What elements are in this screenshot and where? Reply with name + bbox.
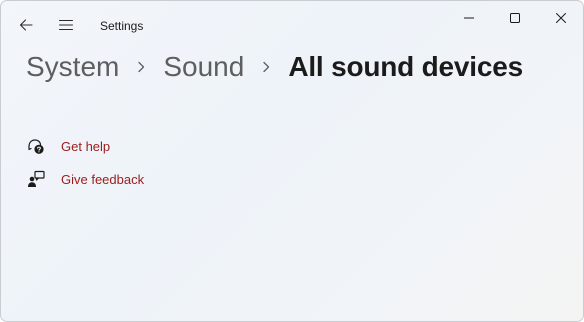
maximize-icon xyxy=(510,13,520,23)
settings-window: Settings System Sound All sound devices … xyxy=(0,0,584,322)
close-icon xyxy=(556,13,566,23)
get-help-label: Get help xyxy=(61,138,111,154)
minimize-icon xyxy=(464,17,474,19)
help-links: Get help Give feedback xyxy=(27,134,144,200)
back-button[interactable] xyxy=(10,9,42,41)
breadcrumb-item-system[interactable]: System xyxy=(26,49,119,85)
breadcrumb-item-sound[interactable]: Sound xyxy=(163,49,244,85)
hamburger-menu-icon xyxy=(58,19,74,31)
breadcrumb-item-current: All sound devices xyxy=(288,51,523,82)
help-chat-icon xyxy=(27,137,45,155)
navigation-menu-button[interactable] xyxy=(50,9,82,41)
chevron-right-icon xyxy=(119,49,163,85)
title-bar: Settings xyxy=(1,1,583,49)
feedback-person-icon xyxy=(27,170,45,188)
give-feedback-link[interactable]: Give feedback xyxy=(27,167,144,191)
back-arrow-icon xyxy=(19,19,33,31)
app-title: Settings xyxy=(100,19,144,33)
give-feedback-label: Give feedback xyxy=(61,171,145,187)
get-help-link[interactable]: Get help xyxy=(27,134,144,158)
chevron-right-icon xyxy=(244,49,288,85)
close-button[interactable] xyxy=(538,1,583,35)
minimize-button[interactable] xyxy=(446,1,492,35)
breadcrumb: System Sound All sound devices xyxy=(26,49,523,85)
maximize-button[interactable] xyxy=(492,1,538,35)
